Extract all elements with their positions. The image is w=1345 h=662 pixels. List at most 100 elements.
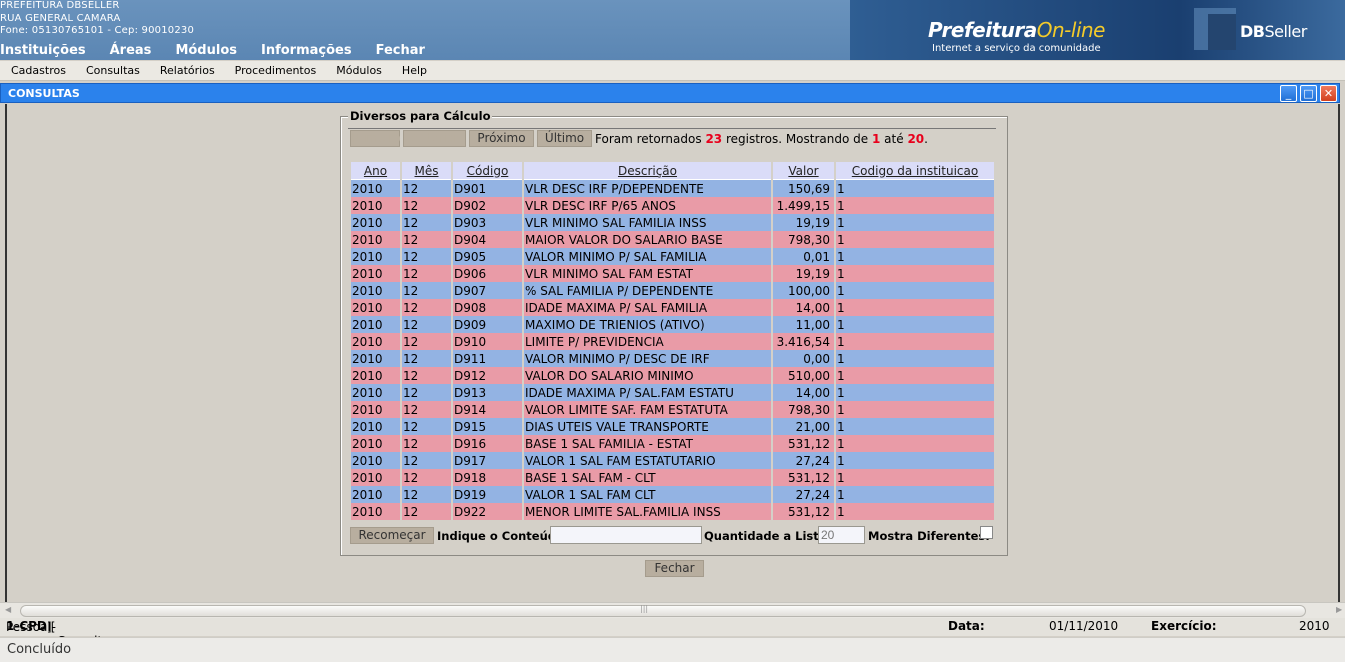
table-row[interactable]: 2010 12 D907% SAL FAMILIA P/ DEPENDENTE 100… — [351, 282, 994, 299]
show-different-label: Mostra Diferentes: — [868, 529, 990, 543]
table-row[interactable]: 2010 12 D905 VALOR MINIMO P/ SAL FAMILIA 0,0… — [351, 248, 994, 265]
topmenu-informacoes[interactable]: Informações — [261, 43, 352, 58]
close-button[interactable]: Fechar — [645, 560, 704, 577]
col-instituicao[interactable]: Codigo da instituicao — [836, 162, 994, 180]
vendor-bold: DB — [1240, 22, 1265, 41]
table-row[interactable]: 2010 12 D902 VLR DESC IRF P/65 ANOS 1.499,15… — [351, 197, 994, 214]
show-different-checkbox[interactable] — [980, 526, 993, 539]
cell-codigo: D903 — [453, 214, 522, 231]
cell-codigo: D914 — [453, 401, 522, 418]
cell-instituicao: 1 — [836, 248, 994, 265]
table-row[interactable]: 2010 12 D901 VLR DESC IRF P/DEPENDENTE 150,6… — [351, 180, 994, 197]
table-row[interactable]: 2010 12 D919 VALOR 1 SAL FAM CLT 27,24 1 — [351, 486, 994, 503]
cell-descricao: VLR MINIMO SAL FAM ESTAT — [524, 265, 771, 282]
topmenu-fechar[interactable]: Fechar — [376, 43, 425, 58]
nav-last-button[interactable]: Último — [537, 130, 592, 147]
cell-ano: 2010 — [351, 350, 400, 367]
vendor-rest: Seller — [1264, 22, 1307, 41]
col-valor[interactable]: Valor — [773, 162, 834, 180]
table-row[interactable]: 2010 12 D903 VLR MINIMO SAL FAMILIA INSS 19,… — [351, 214, 994, 231]
menu-modulos[interactable]: Módulos — [336, 64, 382, 77]
cell-descricao: LIMITE P/ PREVIDENCIA — [524, 333, 771, 350]
table-row[interactable]: 2010 12 D915 DIAS UTEIS VALE TRANSPORTE 21,0… — [351, 418, 994, 435]
content-input[interactable] — [550, 526, 702, 544]
col-mes[interactable]: Mês — [402, 162, 451, 180]
table-row[interactable]: 2010 12 D916 BASE 1 SAL FAMILIA - ESTAT 531,… — [351, 435, 994, 452]
cell-descricao: VLR DESC IRF P/65 ANOS — [524, 197, 771, 214]
cell-descricao: VALOR MINIMO P/ DESC DE IRF — [524, 350, 771, 367]
cell-instituicao: 1 — [836, 299, 994, 316]
nav-prev-button[interactable]: Anterior — [403, 130, 466, 147]
cell-valor: 14,00 — [773, 384, 834, 401]
cell-mes: 12 — [402, 299, 451, 316]
cell-ano: 2010 — [351, 384, 400, 401]
org-name: PREFEITURA DBSELLER — [0, 0, 120, 11]
table-row[interactable]: 2010 12 D910 LIMITE P/ PREVIDENCIA 3.416,54 1 — [351, 333, 994, 350]
table-row[interactable]: 2010 12 D906 VLR MINIMO SAL FAM ESTAT 19,19 1 — [351, 265, 994, 282]
cell-descricao: BASE 1 SAL FAM - CLT — [524, 469, 771, 486]
maximize-icon[interactable]: □ — [1300, 85, 1317, 102]
table-row[interactable]: 2010 12 D922 MENOR LIMITE SAL.FAMILIA INSS 5… — [351, 503, 994, 520]
cell-valor: 100,00 — [773, 282, 834, 299]
vendor-logo: DBSeller — [1180, 0, 1345, 60]
scroll-right-icon[interactable]: ▶ — [1336, 605, 1342, 614]
table-row[interactable]: 2010 12 D904 MAIOR VALOR DO SALARIO BASE 798… — [351, 231, 994, 248]
cell-valor: 531,12 — [773, 503, 834, 520]
cell-valor: 798,30 — [773, 401, 834, 418]
cell-valor: 510,00 — [773, 367, 834, 384]
cell-descricao: DIAS UTEIS VALE TRANSPORTE — [524, 418, 771, 435]
topmenu-modulos[interactable]: Módulos — [175, 43, 237, 58]
date-value: 01/11/2010 — [1049, 619, 1119, 633]
cell-instituicao: 1 — [836, 452, 994, 469]
cell-ano: 2010 — [351, 214, 400, 231]
table-row[interactable]: 2010 12 D911 VALOR MINIMO P/ DESC DE IRF 0,0… — [351, 350, 994, 367]
cell-instituicao: 1 — [836, 180, 994, 197]
window-title: CONSULTAS — [8, 87, 80, 100]
table-row[interactable]: 2010 12 D913 IDADE MAXIMA P/ SAL.FAM ESTATU… — [351, 384, 994, 401]
table-row[interactable]: 2010 12 D918 BASE 1 SAL FAM - CLT 531,12 1 — [351, 469, 994, 486]
menu-help[interactable]: Help — [402, 64, 427, 77]
year-label: Exercício: — [1151, 619, 1217, 633]
cell-instituicao: 1 — [836, 333, 994, 350]
cell-descricao: VLR DESC IRF P/DEPENDENTE — [524, 180, 771, 197]
cell-codigo: D915 — [453, 418, 522, 435]
col-codigo[interactable]: Código — [453, 162, 522, 180]
cell-ano: 2010 — [351, 265, 400, 282]
results-table: Ano Mês Código Descrição Valor Codigo da… — [349, 162, 996, 520]
menu-cadastros[interactable]: Cadastros — [11, 64, 66, 77]
table-row[interactable]: 2010 12 D914 VALOR LIMITE SAF. FAM ESTATUTA… — [351, 401, 994, 418]
col-ano[interactable]: Ano — [351, 162, 400, 180]
org-address: RUA GENERAL CAMARA — [0, 12, 121, 24]
menu-consultas[interactable]: Consultas — [86, 64, 140, 77]
topmenu-instituicoes[interactable]: Instituições — [0, 43, 86, 58]
quantity-input[interactable] — [818, 526, 865, 544]
nav-next-button[interactable]: Próximo — [469, 130, 534, 147]
menu-procedimentos[interactable]: Procedimentos — [235, 64, 317, 77]
close-icon[interactable]: ✕ — [1320, 85, 1337, 102]
table-row[interactable]: 2010 12 D917 VALOR 1 SAL FAM ESTATUTARIO 27,… — [351, 452, 994, 469]
table-row[interactable]: 2010 12 D908 IDADE MAXIMA P/ SAL FAMILIA 14,… — [351, 299, 994, 316]
topmenu-areas[interactable]: Áreas — [110, 43, 152, 58]
table-row[interactable]: 2010 12 D909 MAXIMO DE TRIENIOS (ATIVO) 11,0… — [351, 316, 994, 333]
cell-codigo: D910 — [453, 333, 522, 350]
col-descricao[interactable]: Descrição — [524, 162, 771, 180]
cell-instituicao: 1 — [836, 214, 994, 231]
cell-codigo: D912 — [453, 367, 522, 384]
cell-mes: 12 — [402, 418, 451, 435]
nav-first-button[interactable]: Primeiro — [350, 130, 401, 147]
scrollbar-thumb[interactable] — [20, 605, 1306, 617]
menu-relatorios[interactable]: Relatórios — [160, 64, 215, 77]
horizontal-scrollbar[interactable]: ◀ ||| ▶ — [0, 602, 1345, 618]
scroll-left-icon[interactable]: ◀ — [5, 605, 11, 614]
cell-codigo: D919 — [453, 486, 522, 503]
cell-codigo: D913 — [453, 384, 522, 401]
restart-button[interactable]: Recomeçar — [350, 527, 434, 544]
cell-instituicao: 1 — [836, 197, 994, 214]
brand-logo: PrefeituraOn-line Internet a serviço da … — [850, 0, 1180, 60]
cell-ano: 2010 — [351, 180, 400, 197]
cell-valor: 531,12 — [773, 469, 834, 486]
cell-mes: 12 — [402, 401, 451, 418]
minimize-icon[interactable]: _ — [1280, 85, 1297, 102]
table-row[interactable]: 2010 12 D912 VALOR DO SALARIO MINIMO 510,00 1 — [351, 367, 994, 384]
cell-valor: 798,30 — [773, 231, 834, 248]
